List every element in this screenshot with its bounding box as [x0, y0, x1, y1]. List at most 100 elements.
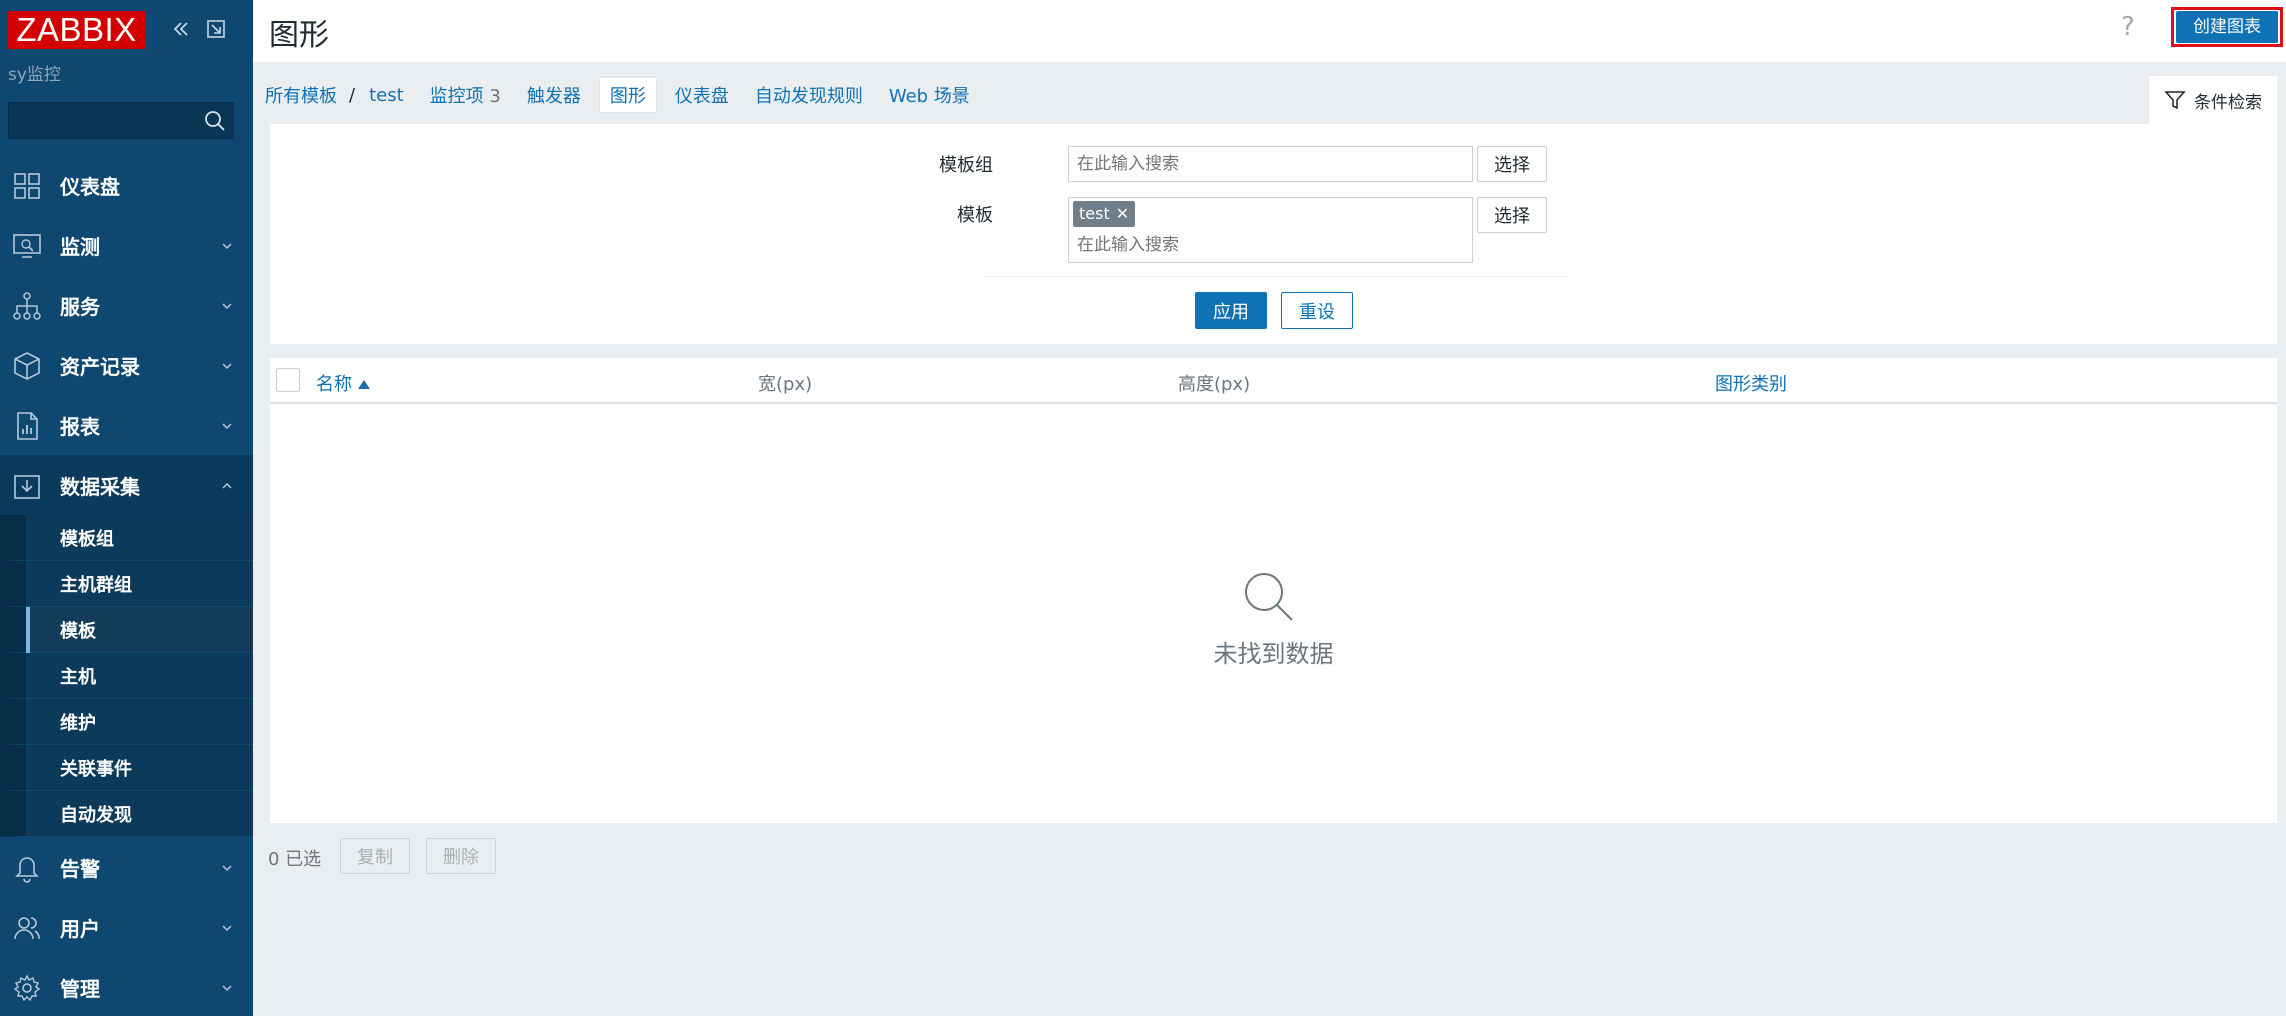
gear-icon [13, 974, 41, 1002]
sidebar-item-alerts[interactable]: 告警 [0, 837, 253, 897]
filter-divider [986, 276, 1566, 277]
chevron-down-icon [222, 363, 232, 370]
selected-count: 0 已选 [268, 849, 322, 870]
template-group-label: 模板组 [939, 155, 993, 176]
sidebar-item-administration[interactable]: 管理 [0, 957, 253, 1016]
sidebar-search[interactable] [8, 102, 234, 139]
create-graph-button[interactable]: 创建图表 [2176, 11, 2278, 43]
magnifier-icon [1245, 573, 1293, 621]
tab-dashboards[interactable]: 仪表盘 [675, 82, 729, 108]
chevron-down-icon [222, 865, 232, 872]
sidebar-item-label: 服务 [60, 294, 100, 319]
logo-row: ZABBIX [0, 0, 253, 62]
chip-close-icon[interactable]: ✕ [1116, 204, 1129, 223]
template-nav-tabs: 所有模板 / test 监控项 3 触发器 图形 仪表盘 自动发现规则 Web … [265, 77, 996, 113]
sidebar-item-services[interactable]: 服务 [0, 275, 253, 335]
template-chip: test ✕ [1073, 201, 1136, 227]
help-icon[interactable]: ? [2121, 12, 2135, 42]
tab-items-label: 监控项 [429, 86, 484, 107]
template-chip-label: test [1079, 204, 1110, 223]
zabbix-logo[interactable]: ZABBIX [8, 11, 145, 49]
users-icon [14, 917, 40, 940]
collapse-sidebar-icon[interactable] [168, 14, 194, 44]
sidebar-item-label: 报表 [60, 414, 100, 439]
sidebar-item-dashboard[interactable]: 仪表盘 [0, 155, 253, 215]
expand-window-icon[interactable] [203, 14, 229, 44]
submenu-templates[interactable]: 模板 [0, 607, 253, 653]
submenu-template-groups[interactable]: 模板组 [0, 515, 253, 561]
server-name: sy监控 [8, 65, 61, 85]
sidebar-item-inventory[interactable]: 资产记录 [0, 335, 253, 395]
submenu-hosts[interactable]: 主机 [0, 653, 253, 699]
no-data-message: 未找到数据 [1213, 640, 1334, 668]
dashboard-icon [14, 173, 40, 199]
template-group-input[interactable] [1068, 146, 1473, 182]
table-header: 名称 宽(px) 高度(px) 图形类别 [270, 358, 2277, 404]
tab-web-scenarios[interactable]: Web 场景 [889, 82, 970, 108]
column-name[interactable]: 名称 [316, 370, 370, 396]
sort-asc-icon [358, 380, 370, 389]
reset-button[interactable]: 重设 [1281, 292, 1353, 329]
column-height: 高度(px) [1178, 374, 1251, 395]
column-name-label: 名称 [316, 374, 352, 395]
sidebar-item-data-collection[interactable]: 数据采集 [0, 455, 253, 515]
sidebar-item-label: 仪表盘 [60, 174, 120, 199]
sidebar-item-monitoring[interactable]: 监测 [0, 215, 253, 275]
sidebar-item-label: 告警 [60, 856, 100, 881]
chevron-down-icon [222, 423, 232, 430]
breadcrumb-all-templates[interactable]: 所有模板 [265, 82, 337, 108]
sidebar: ZABBIX sy监控 仪表盘 监测 服务 资产记录 报表 数据采集 模板组 主… [0, 0, 253, 1016]
filter-panel: 模板组 选择 模板 test ✕ 选择 应用 重设 [270, 124, 2277, 344]
breadcrumb-template[interactable]: test [369, 85, 404, 106]
sidebar-item-label: 数据采集 [60, 474, 140, 499]
monitoring-icon [13, 234, 41, 258]
template-label: 模板 [957, 205, 993, 226]
sidebar-item-label: 资产记录 [60, 354, 140, 379]
sidebar-item-reports[interactable]: 报表 [0, 395, 253, 455]
chevron-down-icon [222, 303, 232, 310]
page-title: 图形 [269, 18, 329, 53]
template-search-input[interactable] [1077, 232, 1457, 258]
delete-button[interactable]: 删除 [426, 838, 496, 874]
reports-icon [17, 412, 38, 440]
sidebar-item-label: 监测 [60, 234, 100, 259]
sidebar-item-label: 用户 [60, 916, 100, 941]
filter-tab-label: 条件检索 [2194, 92, 2262, 113]
filter-tab[interactable]: 条件检索 [2149, 76, 2277, 124]
chevron-down-icon [222, 985, 232, 992]
submenu-host-groups[interactable]: 主机群组 [0, 561, 253, 607]
tab-items-count: 3 [489, 86, 501, 107]
copy-button[interactable]: 复制 [340, 838, 410, 874]
template-select-button[interactable]: 选择 [1477, 197, 1547, 233]
template-multiselect[interactable]: test ✕ [1068, 197, 1473, 263]
search-icon[interactable] [203, 109, 227, 133]
column-graph-type[interactable]: 图形类别 [1715, 370, 1787, 396]
page-header: 图形 ? 创建图表 [253, 0, 2286, 62]
tab-discovery-rules[interactable]: 自动发现规则 [755, 82, 863, 108]
column-width: 宽(px) [758, 374, 813, 395]
chevron-down-icon [222, 243, 232, 250]
data-collection-icon [14, 475, 40, 499]
chevron-down-icon [222, 925, 232, 932]
inventory-icon [14, 352, 40, 380]
submenu-event-correlation[interactable]: 关联事件 [0, 745, 253, 791]
chevron-up-icon [222, 482, 232, 489]
breadcrumb-separator: / [349, 84, 356, 106]
submenu-maintenance[interactable]: 维护 [0, 699, 253, 745]
graphs-table: 名称 宽(px) 高度(px) 图形类别 未找到数据 [270, 358, 2277, 823]
tab-items[interactable]: 监控项 3 [430, 82, 501, 108]
filter-icon [2164, 91, 2186, 110]
tab-triggers[interactable]: 触发器 [527, 82, 581, 108]
apply-button[interactable]: 应用 [1195, 292, 1267, 329]
select-all-checkbox[interactable] [276, 368, 300, 392]
sidebar-nav: 仪表盘 监测 服务 资产记录 报表 数据采集 模板组 主机群组 模板 主机 维护… [0, 155, 253, 1016]
sidebar-item-users[interactable]: 用户 [0, 897, 253, 957]
template-group-select-button[interactable]: 选择 [1477, 146, 1547, 182]
bell-icon [15, 857, 39, 883]
submenu-discovery[interactable]: 自动发现 [0, 791, 253, 837]
tab-graphs[interactable]: 图形 [598, 77, 657, 113]
sidebar-item-label: 管理 [60, 976, 100, 1001]
create-graph-button-highlight: 创建图表 [2171, 7, 2283, 47]
services-icon [13, 292, 41, 320]
sidebar-search-input[interactable] [9, 103, 189, 138]
